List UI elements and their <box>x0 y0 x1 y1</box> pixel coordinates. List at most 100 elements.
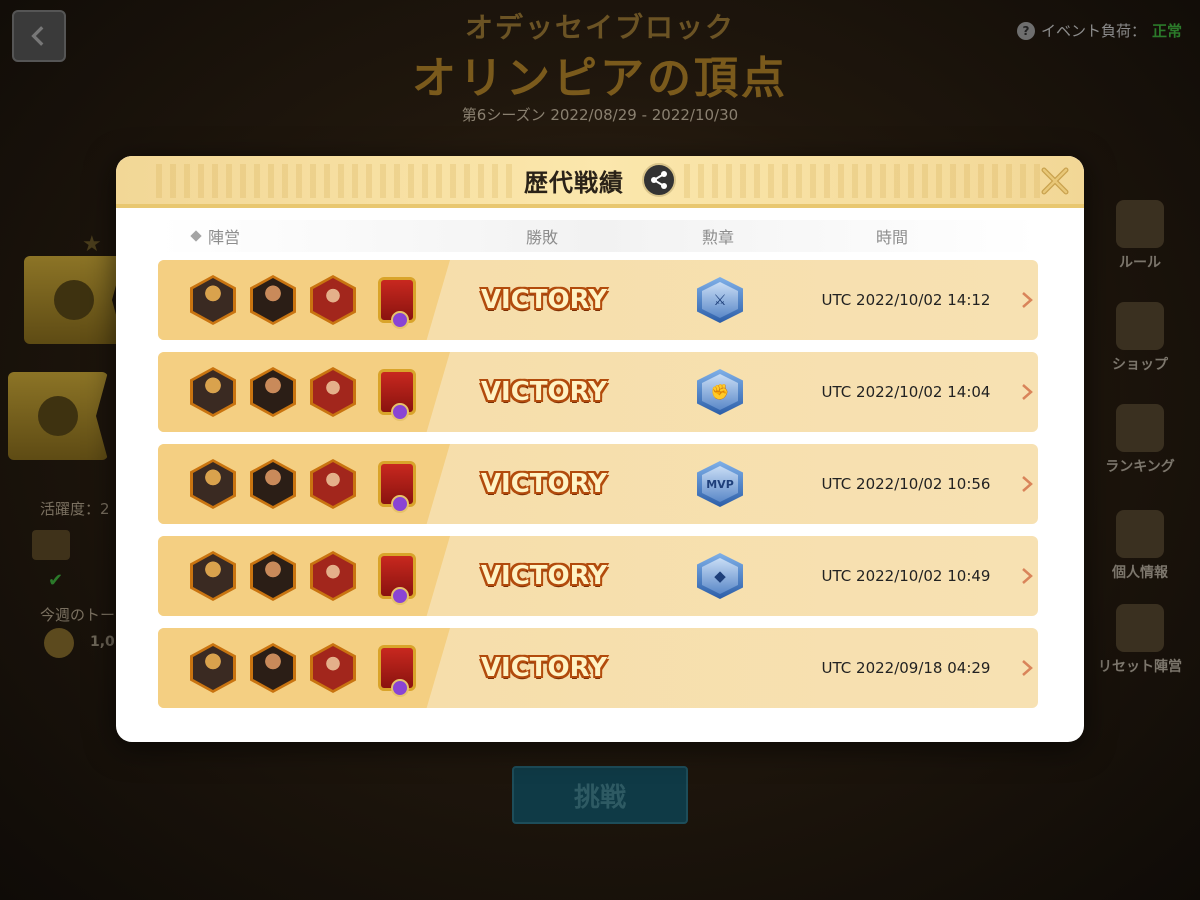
hero-portrait-icon <box>190 367 236 417</box>
share-button[interactable] <box>642 163 676 197</box>
coin-icon <box>44 628 74 658</box>
close-button[interactable] <box>1038 164 1072 198</box>
chest-icon <box>1116 200 1164 248</box>
result-label: VICTORY <box>480 285 608 315</box>
fist-medal-icon: ✊ <box>697 369 743 415</box>
chevron-right-icon[interactable] <box>1020 658 1034 678</box>
season-dates: 第6シーズン 2022/08/29 - 2022/10/30 <box>461 106 739 124</box>
hero-portrait-icon <box>310 367 356 417</box>
faction-lineup <box>158 643 454 697</box>
record-list: VICTORY ⚔ UTC 2022/10/02 14:12 VICTORY ✊… <box>158 260 1038 708</box>
faction-lineup <box>158 459 454 513</box>
event-title: オリンピアの頂点 <box>412 53 788 104</box>
menu-reset-faction[interactable]: リセット陣営 <box>1080 604 1200 676</box>
trophy-icon <box>1116 404 1164 452</box>
modal-header: 歴代戦績 <box>116 156 1084 208</box>
menu-shop[interactable]: ショップ <box>1080 302 1200 374</box>
column-medal: 勲章 <box>701 228 734 247</box>
artifact-icon <box>378 277 416 329</box>
gem-icon <box>391 311 409 329</box>
check-icon: ✔ <box>48 570 64 591</box>
chest-icon[interactable] <box>32 530 70 560</box>
mvp-medal-icon: MVP <box>697 461 743 507</box>
faction-lineup <box>158 275 454 329</box>
hero-portrait-icon <box>250 367 296 417</box>
chevron-right-icon[interactable] <box>1020 474 1034 494</box>
result-label: VICTORY <box>480 377 608 407</box>
hero-portrait-icon <box>190 643 236 693</box>
scroll-icon <box>1116 510 1164 558</box>
result-label: VICTORY <box>480 653 608 683</box>
menu-profile-label: 個人情報 <box>1112 565 1168 581</box>
hero-portrait-icon <box>250 551 296 601</box>
diamond-icon <box>190 230 202 242</box>
faction-lineup <box>158 551 454 605</box>
event-status-label: イベント負荷： <box>1040 22 1146 40</box>
gem-icon <box>391 679 409 697</box>
modal-body: 陣営 勝敗 勲章 時間 VICTORY ⚔ UTC 2022/10/02 14:… <box>116 208 1084 708</box>
help-icon[interactable]: ? <box>1016 21 1035 40</box>
artifact-icon <box>378 553 416 605</box>
hero-portrait-icon <box>310 643 356 693</box>
crown-flag-tab[interactable] <box>24 256 124 344</box>
record-row[interactable]: VICTORY MVP UTC 2022/10/02 10:56 <box>158 444 1038 524</box>
chevron-right-icon[interactable] <box>1020 290 1034 310</box>
star-icon: ★ <box>82 232 102 257</box>
hero-portrait-icon <box>310 459 356 509</box>
menu-ranking-label: ランキング <box>1105 459 1175 475</box>
hero-portrait-icon <box>250 459 296 509</box>
medal-cell: MVP <box>634 461 806 507</box>
menu-reset-label: リセット陣営 <box>1098 659 1182 675</box>
share-icon <box>651 171 667 189</box>
menu-profile[interactable]: 個人情報 <box>1080 510 1200 582</box>
faction-lineup <box>158 367 454 421</box>
menu-ranking[interactable]: ランキング <box>1080 404 1200 476</box>
quill-flag-tab[interactable] <box>8 372 108 460</box>
chevron-right-icon[interactable] <box>1020 382 1034 402</box>
weekly-label: 今週のトー <box>40 606 116 624</box>
coin-value: 1,0 <box>90 634 115 650</box>
quill-icon <box>38 396 78 436</box>
close-icon <box>1041 167 1069 195</box>
activity-label: 活躍度：2 <box>40 500 110 518</box>
menu-rules-label: ルール <box>1119 255 1161 271</box>
result-label: VICTORY <box>480 469 608 499</box>
gem-icon <box>391 403 409 421</box>
challenge-button[interactable]: 挑戦 <box>512 766 688 824</box>
column-headers: 陣営 勝敗 勲章 時間 <box>158 220 1038 252</box>
column-result: 勝敗 <box>525 228 558 247</box>
chevron-right-icon[interactable] <box>1020 566 1034 586</box>
column-time: 時間 <box>875 228 908 247</box>
gem-icon <box>391 587 409 605</box>
menu-shop-label: ショップ <box>1112 357 1168 373</box>
medal-cell: ◆ <box>634 553 806 599</box>
record-time: UTC 2022/10/02 14:12 <box>821 291 991 309</box>
hero-portrait-icon <box>310 551 356 601</box>
warrior-icon <box>1116 604 1164 652</box>
record-row[interactable]: VICTORY UTC 2022/09/18 04:29 <box>158 628 1038 708</box>
hero-portrait-icon <box>190 551 236 601</box>
record-row[interactable]: VICTORY ◆ UTC 2022/10/02 10:49 <box>158 536 1038 616</box>
result-label: VICTORY <box>480 561 608 591</box>
hero-portrait-icon <box>250 275 296 325</box>
hero-portrait-icon <box>310 275 356 325</box>
column-faction-label: 陣営 <box>208 228 241 247</box>
helmet-medal-icon: ◆ <box>697 553 743 599</box>
record-time: UTC 2022/10/02 14:04 <box>821 383 991 401</box>
crossed-swords-medal-icon: ⚔ <box>697 277 743 323</box>
record-row[interactable]: VICTORY ✊ UTC 2022/10/02 14:04 <box>158 352 1038 432</box>
hero-portrait-icon <box>190 459 236 509</box>
medal-cell: ⚔ <box>634 277 806 323</box>
greek-key-decoration <box>684 164 1044 198</box>
artifact-icon <box>378 369 416 421</box>
record-time: UTC 2022/10/02 10:56 <box>821 475 991 493</box>
medal-cell: ✊ <box>634 369 806 415</box>
column-faction: 陣営 <box>158 224 458 248</box>
record-row[interactable]: VICTORY ⚔ UTC 2022/10/02 14:12 <box>158 260 1038 340</box>
hero-portrait-icon <box>190 275 236 325</box>
hero-portrait-icon <box>250 643 296 693</box>
menu-rules[interactable]: ルール <box>1080 200 1200 272</box>
record-time: UTC 2022/09/18 04:29 <box>821 659 991 677</box>
event-status-value: 正常 <box>1151 22 1182 40</box>
record-time: UTC 2022/10/02 10:49 <box>821 567 991 585</box>
